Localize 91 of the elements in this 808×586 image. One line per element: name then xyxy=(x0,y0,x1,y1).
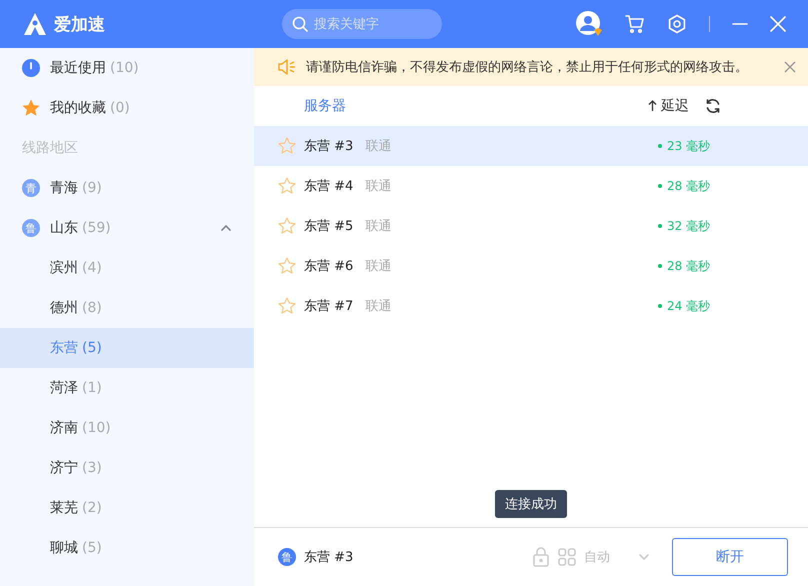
tooltip: 连接成功 xyxy=(495,490,567,518)
item-count: (5) xyxy=(82,340,102,356)
item-label: 济宁 xyxy=(50,459,78,477)
item-count: (2) xyxy=(82,500,102,516)
status-dot xyxy=(658,184,662,188)
item-count: (0) xyxy=(110,100,130,116)
status-dot xyxy=(658,264,662,268)
status-dot xyxy=(658,224,662,228)
item-count: (10) xyxy=(110,60,139,76)
city-item[interactable]: 济南 (10) xyxy=(0,408,254,448)
server-row[interactable]: 东营 #6 联通 28 毫秒 xyxy=(254,246,808,286)
item-label: 山东 xyxy=(50,219,78,237)
item-count: (10) xyxy=(82,420,111,436)
settings-icon[interactable] xyxy=(667,14,687,34)
region-badge: 青 xyxy=(22,179,40,197)
item-label: 莱芜 xyxy=(50,499,78,517)
app-name: 爱加速 xyxy=(54,14,105,36)
server-name: 东营 #4 xyxy=(304,178,354,195)
latency-value: 28 毫秒 xyxy=(667,178,710,194)
item-label: 济南 xyxy=(50,419,78,437)
region-item[interactable]: 鲁 山东 (59) xyxy=(0,208,254,248)
item-count: (1) xyxy=(82,380,102,396)
region-badge: 鲁 xyxy=(278,548,296,566)
item-count: (9) xyxy=(82,180,102,196)
region-badge: 鲁 xyxy=(22,219,40,237)
sidebar-item[interactable]: 最近使用 (10) xyxy=(0,48,254,88)
isp-label: 联通 xyxy=(365,178,392,195)
city-item[interactable]: 济宁 (3) xyxy=(0,448,254,488)
isp-label: 联通 xyxy=(365,298,392,315)
item-label: 菏泽 xyxy=(50,379,78,397)
item-label: 聊城 xyxy=(50,539,78,557)
sidebar-item[interactable]: 我的收藏 (0) xyxy=(0,88,254,128)
isp-label: 联通 xyxy=(365,258,392,275)
item-count: (4) xyxy=(82,260,102,276)
item-count: (5) xyxy=(82,540,102,556)
server-name: 东营 #6 xyxy=(304,258,354,275)
section-title: 线路地区 xyxy=(21,139,79,158)
chevron-up-icon[interactable] xyxy=(220,224,232,232)
latency-value: 28 毫秒 xyxy=(667,258,710,274)
clock-icon xyxy=(22,59,40,77)
latency-value: 32 毫秒 xyxy=(667,218,710,234)
avatar-icon[interactable] xyxy=(575,10,603,38)
city-item[interactable]: 滨州 (4) xyxy=(0,248,254,288)
star-icon[interactable] xyxy=(278,137,296,155)
notice-text: 请谨防电信诈骗，不得发布虚假的网络言论，禁止用于任何形式的网络攻击。 xyxy=(306,59,749,76)
isp-label: 联通 xyxy=(365,218,392,235)
server-row[interactable]: 东营 #7 联通 24 毫秒 xyxy=(254,286,808,326)
item-label: 德州 xyxy=(50,299,78,317)
item-label: 青海 xyxy=(50,179,78,197)
city-item[interactable]: 德州 (8) xyxy=(0,288,254,328)
item-label: 东营 xyxy=(50,339,78,357)
server-name: 东营 #5 xyxy=(304,218,354,235)
city-item[interactable]: 菏泽 (1) xyxy=(0,368,254,408)
isp-label: 联通 xyxy=(365,138,392,155)
item-label: 最近使用 xyxy=(50,59,106,77)
server-row[interactable]: 东营 #4 联通 28 毫秒 xyxy=(254,166,808,206)
server-column-header[interactable]: 服务器 xyxy=(304,97,648,115)
star-icon xyxy=(22,99,40,117)
item-count: (3) xyxy=(82,460,102,476)
sort-up-icon[interactable] xyxy=(648,100,657,112)
chevron-down-icon[interactable] xyxy=(638,553,650,561)
region-item[interactable]: 青 青海 (9) xyxy=(0,168,254,208)
grid-icon[interactable] xyxy=(558,548,576,566)
star-icon[interactable] xyxy=(278,217,296,235)
city-item[interactable]: 莱芜 (2) xyxy=(0,488,254,528)
server-row[interactable]: 东营 #3 联通 23 毫秒 xyxy=(254,126,808,166)
item-count: (8) xyxy=(82,300,102,316)
cart-icon[interactable] xyxy=(625,14,645,34)
item-count: (59) xyxy=(82,220,111,236)
refresh-icon[interactable] xyxy=(705,98,721,114)
item-label: 我的收藏 xyxy=(50,99,106,117)
logo-icon xyxy=(22,12,48,36)
status-dot xyxy=(658,144,662,148)
server-name: 东营 #3 xyxy=(304,138,354,155)
item-label: 滨州 xyxy=(50,259,78,277)
star-icon[interactable] xyxy=(278,177,296,195)
lock-icon[interactable] xyxy=(532,547,550,567)
latency-value: 23 毫秒 xyxy=(667,138,710,154)
status-dot xyxy=(658,304,662,308)
speaker-icon xyxy=(278,59,296,75)
close-icon[interactable] xyxy=(784,61,796,73)
server-name: 东营 #7 xyxy=(304,298,354,315)
city-item[interactable]: 聊城 (5) xyxy=(0,528,254,568)
star-icon[interactable] xyxy=(278,297,296,315)
search-icon xyxy=(292,16,308,32)
star-icon[interactable] xyxy=(278,257,296,275)
connected-server: 东营 #3 xyxy=(304,549,354,566)
disconnect-button[interactable]: 断开 xyxy=(672,538,788,576)
server-row[interactable]: 东营 #5 联通 32 毫秒 xyxy=(254,206,808,246)
latency-value: 24 毫秒 xyxy=(667,298,710,314)
latency-column-header[interactable]: 延迟 xyxy=(661,97,689,115)
